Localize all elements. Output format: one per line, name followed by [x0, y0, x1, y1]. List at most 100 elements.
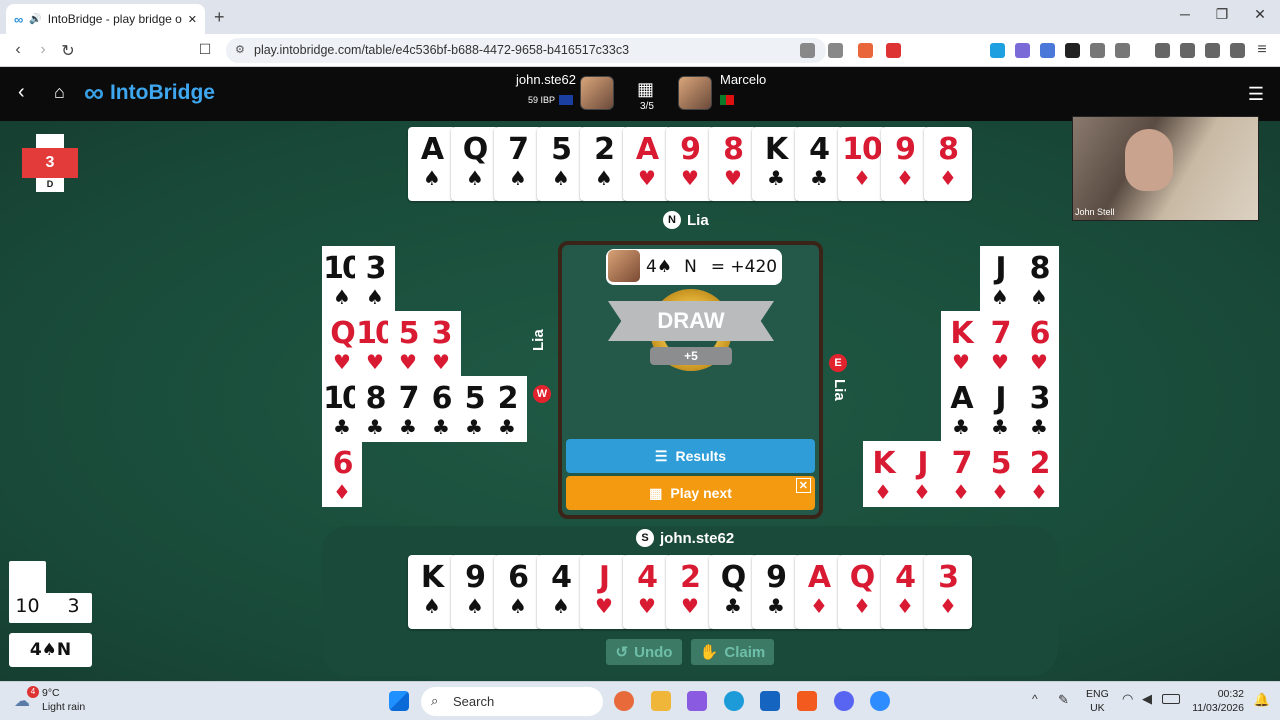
copilot-icon[interactable]	[687, 691, 707, 711]
playing-card[interactable]: 8 ♠	[1019, 246, 1059, 312]
playing-card[interactable]: J ♣	[980, 376, 1020, 442]
discord-icon[interactable]	[834, 691, 854, 711]
playing-card[interactable]: 4 ♠	[537, 555, 585, 629]
playing-card[interactable]: 3 ♦	[924, 555, 972, 629]
close-icon[interactable]: ✕	[795, 478, 811, 493]
extension-icon[interactable]	[1040, 43, 1055, 58]
playing-card[interactable]: 2 ♠	[580, 127, 628, 201]
playing-card[interactable]: 3 ♣	[1019, 376, 1059, 442]
app-icon[interactable]	[614, 691, 634, 711]
brave-shield-icon[interactable]	[858, 43, 873, 58]
site-info-icon[interactable]: ⚙	[235, 43, 245, 56]
wifi-icon[interactable]: ◠	[1122, 691, 1133, 707]
playing-card[interactable]: A ♣	[941, 376, 981, 442]
brave-icon[interactable]	[797, 691, 817, 711]
sidebar-icon[interactable]	[1155, 43, 1170, 58]
play-next-button[interactable]: ▦ Play next ✕	[566, 476, 815, 510]
playing-card[interactable]: Q ♦	[838, 555, 886, 629]
file-explorer-icon[interactable]	[651, 691, 671, 711]
brave-rewards-icon[interactable]	[886, 43, 901, 58]
playing-card[interactable]: 4 ♣	[795, 127, 843, 201]
results-button[interactable]: ☰ Results	[566, 439, 815, 473]
audio-icon[interactable]: 🔊	[29, 14, 41, 25]
close-window-button[interactable]: ✕	[1245, 6, 1275, 23]
share-icon[interactable]	[828, 43, 843, 58]
forward-arrow-icon[interactable]: ›	[33, 41, 53, 59]
zoom-icon[interactable]	[870, 691, 890, 711]
bookmark-icon[interactable]: ☐	[195, 41, 215, 58]
playing-card[interactable]: A ♦	[795, 555, 843, 629]
playing-card[interactable]: 3 ♠	[355, 246, 395, 312]
playing-card[interactable]: 9 ♦	[881, 127, 929, 201]
pen-icon[interactable]: ✎	[1058, 692, 1069, 708]
extension-icon[interactable]	[1015, 43, 1030, 58]
minimize-button[interactable]: ─	[1170, 6, 1200, 22]
playing-card[interactable]: 4 ♦	[881, 555, 929, 629]
playing-card[interactable]: 9 ♥	[666, 127, 714, 201]
language-indicator[interactable]: ENG UK	[1086, 687, 1109, 715]
playing-card[interactable]: 7 ♥	[980, 311, 1020, 377]
playing-card[interactable]: 3 ♥	[421, 311, 461, 377]
url-field[interactable]: ⚙ play.intobridge.com/table/e4c536bf-b68…	[226, 38, 826, 63]
wallet-icon[interactable]	[1180, 43, 1195, 58]
playing-card[interactable]: 5 ♦	[980, 441, 1020, 507]
playing-card[interactable]: Q ♠	[451, 127, 499, 201]
reload-icon[interactable]: ↻	[58, 41, 78, 61]
playing-card[interactable]: 9 ♠	[451, 555, 499, 629]
playing-card[interactable]: A ♥	[623, 127, 671, 201]
home-icon[interactable]: ⌂	[54, 82, 65, 103]
maximize-button[interactable]: ❐	[1207, 6, 1237, 23]
back-arrow-icon[interactable]: ‹	[8, 41, 28, 59]
playing-card[interactable]: 2 ♥	[666, 555, 714, 629]
cast-icon[interactable]	[800, 43, 815, 58]
taskbar-search[interactable]: ⌕ Search	[421, 687, 603, 716]
playing-card[interactable]: K ♥	[941, 311, 981, 377]
playing-card[interactable]: 2 ♣	[487, 376, 527, 442]
playing-card[interactable]: K ♦	[863, 441, 903, 507]
playing-card[interactable]: 9 ♣	[752, 555, 800, 629]
playing-card[interactable]: 7 ♦	[941, 441, 981, 507]
store-icon[interactable]	[760, 691, 780, 711]
playing-card[interactable]: Q ♣	[709, 555, 757, 629]
video-feed[interactable]: John Stell	[1072, 116, 1259, 221]
playing-card[interactable]: 10 ♦	[838, 127, 886, 201]
playing-card[interactable]: J ♠	[980, 246, 1020, 312]
system-clock[interactable]: 00:32 11/03/2026	[1192, 687, 1244, 715]
browser-menu-icon[interactable]: ≡	[1252, 41, 1272, 59]
hamburger-menu-icon[interactable]: ☰	[1248, 84, 1264, 105]
claim-button[interactable]: ✋ Claim	[691, 639, 774, 665]
new-tab-button[interactable]: +	[214, 7, 225, 28]
opponent-avatar[interactable]	[678, 76, 712, 110]
browser-tab[interactable]: ∞ 🔊 IntoBridge - play bridge onlin ✕	[6, 4, 205, 34]
puzzle-icon[interactable]	[1090, 43, 1105, 58]
playing-card[interactable]: 8 ♥	[709, 127, 757, 201]
back-chevron-icon[interactable]: ‹	[18, 81, 25, 104]
playing-card[interactable]: 4 ♥	[623, 555, 671, 629]
volume-icon[interactable]: ◀	[1142, 691, 1152, 707]
windows-start-icon[interactable]	[389, 691, 409, 711]
extension-icon[interactable]	[1115, 43, 1130, 58]
playing-card[interactable]: 8 ♦	[924, 127, 972, 201]
tab-close-icon[interactable]: ✕	[188, 13, 197, 26]
extension-icon[interactable]	[990, 43, 1005, 58]
playing-card[interactable]: 6 ♥	[1019, 311, 1059, 377]
playing-card[interactable]: 2 ♦	[1019, 441, 1059, 507]
playing-card[interactable]: 6 ♦	[322, 441, 362, 507]
extension-icon[interactable]	[1065, 43, 1080, 58]
intobridge-logo[interactable]: ∞ IntoBridge	[84, 79, 215, 107]
playing-card[interactable]: A ♠	[408, 127, 456, 201]
playing-card[interactable]: K ♠	[408, 555, 456, 629]
vpn-icon[interactable]	[1230, 43, 1245, 58]
battery-icon[interactable]	[1162, 694, 1180, 704]
playing-card[interactable]: K ♣	[752, 127, 800, 201]
undo-button[interactable]: ↺ Undo	[606, 639, 682, 665]
playing-card[interactable]: J ♦	[902, 441, 942, 507]
playing-card[interactable]: J ♥	[580, 555, 628, 629]
leo-ai-icon[interactable]	[1205, 43, 1220, 58]
playing-card[interactable]: 5 ♠	[537, 127, 585, 201]
tray-chevron-icon[interactable]: ^	[1032, 692, 1038, 706]
playing-card[interactable]: 6 ♠	[494, 555, 542, 629]
notification-bell-icon[interactable]: 🔔	[1254, 692, 1270, 708]
playing-card[interactable]: 7 ♠	[494, 127, 542, 201]
player-avatar[interactable]	[580, 76, 614, 110]
